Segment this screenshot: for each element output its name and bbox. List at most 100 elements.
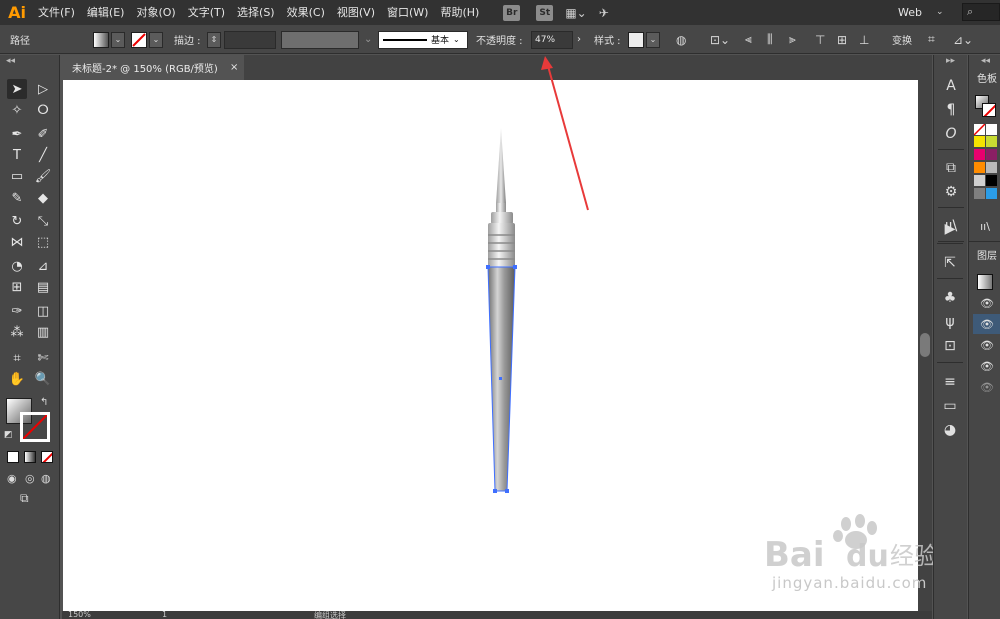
- character-panel-icon[interactable]: A: [934, 75, 968, 97]
- draw-behind-icon[interactable]: ◎: [25, 472, 35, 485]
- properties-panel-icon[interactable]: ⚙: [934, 181, 968, 203]
- swatch[interactable]: [986, 124, 997, 135]
- search-input[interactable]: ⌕: [962, 3, 1000, 21]
- align-left-icon[interactable]: ⫷: [745, 25, 752, 54]
- blend-icon[interactable]: ◫: [33, 301, 53, 321]
- document-tab[interactable]: 未标题-2* @ 150% (RGB/预览): [62, 55, 244, 80]
- export-panel-icon[interactable]: ⇱: [933, 252, 967, 274]
- align-middle-icon[interactable]: ⊞: [837, 25, 847, 54]
- menu-type[interactable]: 文字(T): [182, 0, 231, 25]
- menu-help[interactable]: 帮助(H): [434, 0, 485, 25]
- graphic-style-control[interactable]: ⌄: [628, 25, 660, 54]
- color-mode-icon[interactable]: [7, 451, 19, 463]
- collapse-icon[interactable]: ▸▸: [946, 56, 955, 66]
- anchor-point[interactable]: [513, 265, 517, 269]
- swatch[interactable]: [974, 175, 985, 186]
- type-icon[interactable]: T: [7, 145, 27, 165]
- swatch[interactable]: [974, 149, 985, 160]
- width-icon[interactable]: ⋈: [7, 232, 27, 252]
- transform-button[interactable]: 变换: [892, 25, 912, 54]
- close-icon[interactable]: ×: [230, 55, 238, 80]
- play-icon[interactable]: ▶: [933, 218, 967, 240]
- vertical-scroll-thumb[interactable]: [920, 333, 930, 357]
- fill-swatch[interactable]: [93, 31, 109, 48]
- stroke-panel-icon[interactable]: ≡: [933, 371, 967, 393]
- gpu-performance-icon[interactable]: ✈: [599, 6, 609, 20]
- symbols-panel-icon[interactable]: ♣: [933, 287, 967, 309]
- gradient-mode-icon[interactable]: [24, 451, 36, 463]
- graphic-style-swatch[interactable]: [628, 31, 644, 48]
- bridge-button[interactable]: Br: [503, 4, 521, 21]
- layer-visibility-eye-icon[interactable]: 👁: [973, 356, 1000, 376]
- lasso-icon[interactable]: ⵔ: [33, 100, 53, 120]
- libraries-panel-icon[interactable]: ⧉: [934, 157, 968, 179]
- scale-icon[interactable]: ⤡: [33, 211, 53, 231]
- stroke-swatch[interactable]: [131, 31, 147, 48]
- swap-fill-stroke-icon[interactable]: ↰: [40, 397, 48, 408]
- menu-select[interactable]: 选择(S): [231, 0, 281, 25]
- stroke-weight-stepper[interactable]: ⇕: [207, 31, 221, 48]
- zoom-icon[interactable]: 🔍: [33, 369, 53, 389]
- menu-window[interactable]: 窗口(W): [381, 0, 434, 25]
- free-transform-icon[interactable]: ⬚: [33, 232, 53, 252]
- hand-icon[interactable]: ✋: [7, 369, 27, 389]
- align-to-icon[interactable]: ⊡⌄: [710, 25, 730, 54]
- slice-icon[interactable]: ✄: [33, 348, 53, 368]
- chevron-down-icon[interactable]: ⌄: [936, 0, 944, 25]
- layer-thumbnail[interactable]: [977, 274, 993, 290]
- selection-icon[interactable]: ➤: [7, 79, 27, 99]
- stroke-proxy[interactable]: [20, 412, 50, 442]
- panel-stroke-proxy[interactable]: [982, 103, 996, 117]
- variable-width-profile[interactable]: [281, 30, 359, 49]
- draw-inside-icon[interactable]: ◍: [41, 472, 51, 485]
- artboard-number[interactable]: 1: [162, 611, 167, 619]
- mesh-icon[interactable]: ⊞: [7, 277, 27, 297]
- swatch[interactable]: [974, 136, 985, 147]
- transparency-panel-icon[interactable]: ◕: [933, 419, 967, 441]
- recolor-artwork-icon[interactable]: ◍: [676, 25, 686, 54]
- align-bottom-icon[interactable]: ⊥: [859, 25, 869, 54]
- shape-builder-icon[interactable]: ◔: [7, 256, 27, 276]
- magic-wand-icon[interactable]: ✧: [7, 100, 27, 120]
- anchor-point[interactable]: [505, 489, 509, 493]
- chevron-down-icon[interactable]: ⌄: [646, 31, 660, 48]
- arrange-documents-icon[interactable]: ▦⌄: [565, 6, 586, 20]
- asset-export-icon[interactable]: ⊡: [933, 335, 967, 357]
- fill-control[interactable]: ⌄: [93, 25, 125, 54]
- swatch[interactable]: [974, 188, 985, 199]
- status-mode[interactable]: 编组选择: [314, 611, 346, 619]
- brushes-panel-icon[interactable]: ψ: [933, 311, 967, 333]
- none-mode-icon[interactable]: [41, 451, 53, 463]
- column-graph-icon[interactable]: ▥: [33, 322, 53, 342]
- line-icon[interactable]: ╱: [33, 145, 53, 165]
- align-center-icon[interactable]: ⫼: [767, 25, 773, 54]
- pen-icon[interactable]: ✒: [7, 124, 27, 144]
- layer-visibility-eye-icon[interactable]: 👁: [973, 377, 1000, 397]
- symbol-sprayer-icon[interactable]: ⁂: [7, 322, 27, 342]
- swatch[interactable]: [973, 123, 986, 136]
- artboard-icon[interactable]: ⌗: [7, 348, 27, 368]
- rotate-icon[interactable]: ↻: [7, 211, 27, 231]
- default-fill-stroke-icon[interactable]: ◩: [4, 430, 13, 440]
- opentype-panel-icon[interactable]: O: [934, 123, 968, 145]
- paragraph-panel-icon[interactable]: ¶: [934, 99, 968, 121]
- chevron-down-icon[interactable]: ⌄: [364, 25, 372, 54]
- chevron-down-icon[interactable]: ⌄: [111, 31, 125, 48]
- stroke-weight-field[interactable]: [224, 30, 276, 49]
- align-right-icon[interactable]: ⫸: [789, 25, 796, 54]
- draw-normal-icon[interactable]: ◉: [7, 472, 17, 485]
- layer-visibility-eye-icon[interactable]: 👁: [973, 335, 1000, 355]
- chevron-right-icon[interactable]: ›: [577, 25, 581, 54]
- align-top-icon[interactable]: ⊤: [815, 25, 825, 54]
- opacity-field[interactable]: 47%: [531, 30, 573, 49]
- collapse-icon[interactable]: ◂◂: [981, 56, 990, 66]
- eyedropper-icon[interactable]: ✑: [7, 301, 27, 321]
- anchor-point[interactable]: [486, 265, 490, 269]
- gradient-panel-icon[interactable]: ▭: [933, 395, 967, 417]
- swatch[interactable]: [986, 175, 997, 186]
- stroke-control[interactable]: ⌄: [131, 25, 163, 54]
- swatch[interactable]: [986, 162, 997, 173]
- menu-effect[interactable]: 效果(C): [281, 0, 331, 25]
- chevron-down-icon[interactable]: ⌄: [149, 31, 163, 48]
- layer-visibility-eye-icon[interactable]: 👁: [973, 314, 1000, 334]
